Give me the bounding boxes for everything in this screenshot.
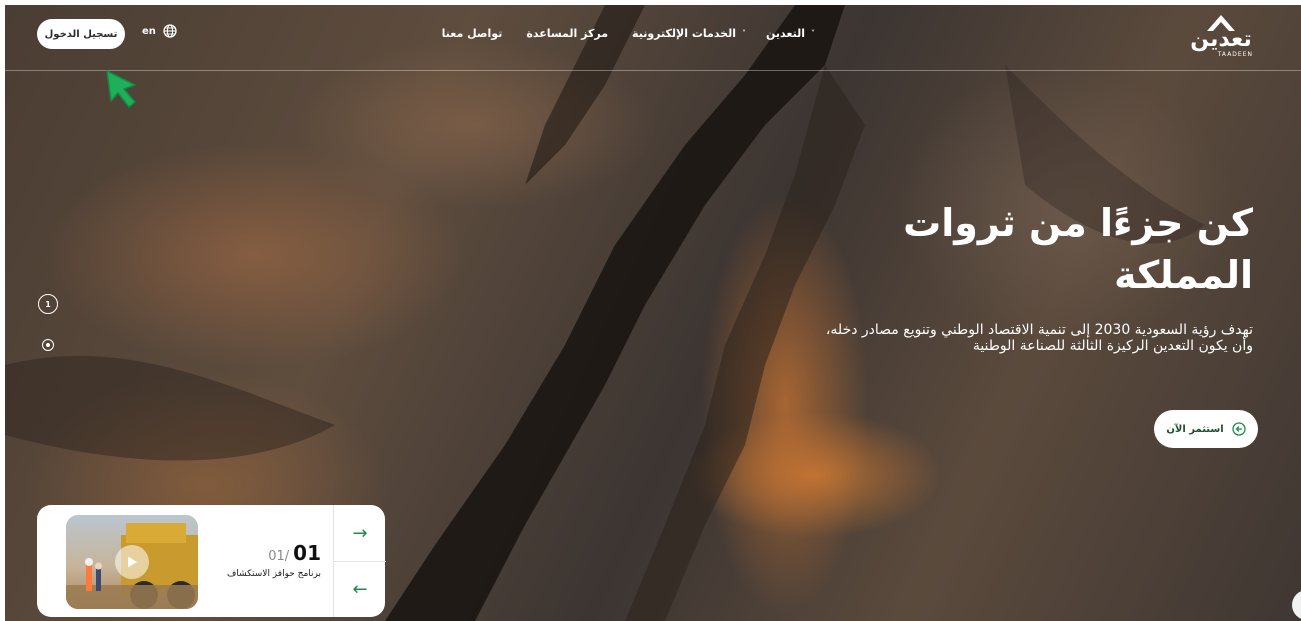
hero-subtitle: تهدف رؤية السعودية 2030 إلى تنمية الاقتص… xyxy=(825,322,1253,354)
hero-background: تعدين TAADEEN التعدين ˅ الخدمات الإلكترو… xyxy=(5,5,1301,621)
card-counter: 01/ 01 xyxy=(268,541,321,565)
next-arrow-button[interactable]: → xyxy=(334,505,386,561)
nav-item-e-services-label: الخدمات الإلكترونية xyxy=(632,26,737,40)
arrow-circle-icon xyxy=(1231,422,1246,436)
chevron-down-icon: ˅ xyxy=(811,28,815,38)
program-card: → ← 01/ 01 برنامج حوافز الاستكشاف xyxy=(37,505,386,617)
header-divider xyxy=(5,70,1301,71)
card-caption[interactable]: برنامج حوافز الاستكشاف xyxy=(227,569,321,579)
video-thumbnail[interactable] xyxy=(66,515,198,609)
nav-item-help-center[interactable]: مركز المساعدة xyxy=(526,27,608,40)
slide-indicator-active[interactable]: 1 xyxy=(38,294,58,314)
pointer-cursor-icon xyxy=(106,70,136,108)
globe-icon xyxy=(163,24,177,38)
card-navigation: → ← xyxy=(333,505,386,617)
nav-item-contact-us-label: تواصل معنا xyxy=(441,26,503,40)
card-total: 01/ xyxy=(268,549,290,564)
chevron-down-icon: ˅ xyxy=(742,28,747,38)
language-switcher[interactable]: en xyxy=(142,24,177,38)
invest-now-label: استثمر الآن xyxy=(1166,423,1224,435)
nav-item-e-services[interactable]: الخدمات الإلكترونية ˅ xyxy=(632,27,746,40)
invest-now-button[interactable]: استثمر الآن xyxy=(1154,410,1258,448)
card-current: 01 xyxy=(293,541,321,565)
taadeen-logo[interactable]: تعدين TAADEEN xyxy=(1185,11,1257,65)
nav-item-contact-us[interactable]: تواصل معنا xyxy=(442,27,503,40)
logo-arabic-text: تعدين xyxy=(1190,27,1252,52)
slide-indicator-dot[interactable] xyxy=(42,339,54,351)
hero-title: كن جزءًا من ثروات المملكة xyxy=(903,201,1253,297)
play-icon xyxy=(128,556,137,568)
prev-arrow-button[interactable]: ← xyxy=(334,561,386,617)
main-nav: التعدين ˅ الخدمات الإلكترونية ˅ مركز الم… xyxy=(442,23,815,43)
nav-item-help-center-label: مركز المساعدة xyxy=(526,26,609,40)
nav-item-mining[interactable]: التعدين ˅ xyxy=(766,27,815,40)
login-button[interactable]: تسجيل الدخول xyxy=(37,19,125,49)
play-button[interactable] xyxy=(115,545,149,579)
slide-number: 1 xyxy=(45,299,51,309)
slider-pagination: 1 xyxy=(38,294,58,351)
language-label: en xyxy=(142,25,156,37)
logo-english-text: TAADEEN xyxy=(1217,51,1253,58)
nav-item-mining-label: التعدين xyxy=(766,26,805,40)
